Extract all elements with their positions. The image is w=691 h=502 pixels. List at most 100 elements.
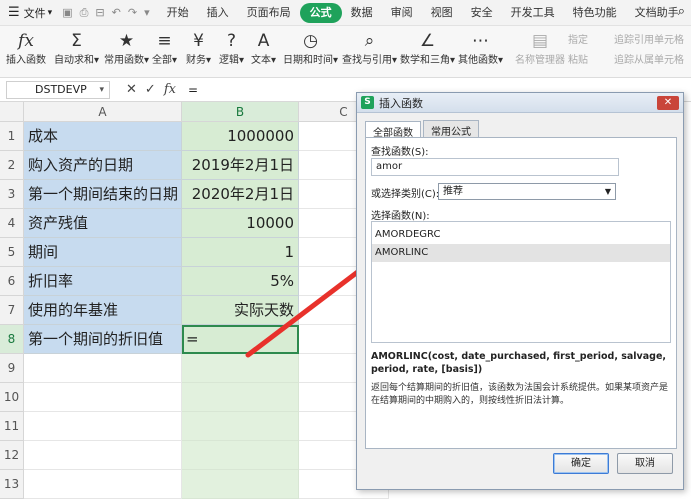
formula-input[interactable]: = bbox=[188, 83, 198, 97]
row-header[interactable]: 6 bbox=[0, 267, 24, 296]
save-icon[interactable]: ▣ bbox=[62, 6, 72, 20]
common-functions-button[interactable]: ★ 常用函数▾ bbox=[104, 28, 149, 68]
row-header[interactable]: 4 bbox=[0, 209, 24, 238]
cell-a[interactable] bbox=[24, 412, 182, 441]
active-cell-b8[interactable]: = bbox=[182, 325, 299, 354]
date-time-button[interactable]: ◷ 日期和时间▾ bbox=[283, 28, 338, 68]
name-manager-label: 名称管理器 bbox=[515, 55, 565, 66]
tab-home[interactable]: 开始 bbox=[158, 3, 198, 23]
tab-insert[interactable]: 插入 bbox=[198, 3, 238, 23]
cell-a[interactable]: 成本 bbox=[24, 122, 182, 151]
angle-icon: ∠ bbox=[419, 31, 436, 51]
date-time-label: 日期和时间▾ bbox=[283, 55, 339, 66]
category-label: 或选择类别(C): bbox=[371, 189, 440, 200]
define-name-button[interactable]: 指定 bbox=[568, 31, 588, 46]
select-all-corner[interactable] bbox=[0, 102, 24, 122]
cell-a[interactable]: 购入资产的日期 bbox=[24, 151, 182, 180]
cell-b[interactable]: 实际天数 bbox=[182, 296, 299, 325]
cell-a[interactable]: 第一个期间结束的日期 bbox=[24, 180, 182, 209]
preview-icon[interactable]: ⊟ bbox=[95, 6, 104, 20]
cell-a[interactable] bbox=[24, 383, 182, 412]
row-header[interactable]: 11 bbox=[0, 412, 24, 441]
category-select[interactable]: 推荐 ▼ bbox=[438, 183, 616, 200]
autosum-label: 自动求和▾ bbox=[54, 55, 100, 66]
cell-b[interactable] bbox=[182, 383, 299, 412]
tab-developer[interactable]: 开发工具 bbox=[502, 3, 564, 23]
search-icon[interactable]: ⌕ bbox=[678, 4, 685, 19]
cell-a[interactable]: 第一个期间的折旧值 bbox=[24, 325, 182, 354]
name-box-value: DSTDEVP bbox=[35, 83, 87, 96]
all-functions-button[interactable]: ≡ 全部▾ bbox=[152, 28, 177, 68]
trace-precedents-button[interactable]: 追踪引用单元格 bbox=[614, 31, 684, 46]
financial-button[interactable]: ¥ 财务▾ bbox=[186, 28, 211, 68]
undo-icon[interactable]: ↶ bbox=[112, 6, 121, 20]
list-item-selected[interactable]: AMORLINC bbox=[372, 244, 670, 262]
math-trig-button[interactable]: ∠ 数学和三角▾ bbox=[400, 28, 455, 68]
cell-b[interactable]: 1 bbox=[182, 238, 299, 267]
insert-function-button[interactable]: fx 插入函数 bbox=[6, 28, 46, 68]
row-header[interactable]: 10 bbox=[0, 383, 24, 412]
ok-button[interactable]: 确定 bbox=[553, 453, 609, 474]
row-header[interactable]: 9 bbox=[0, 354, 24, 383]
function-description: 返回每个结算期间的折旧值，该函数为法国会计系统提供。如果某项资产是在结算期间的中… bbox=[371, 383, 669, 406]
cell-b[interactable] bbox=[182, 441, 299, 470]
row-header[interactable]: 7 bbox=[0, 296, 24, 325]
cell-b[interactable]: 2019年2月1日 bbox=[182, 151, 299, 180]
trace-dependents-button[interactable]: 追踪从属单元格 bbox=[614, 51, 684, 66]
tab-data[interactable]: 数据 bbox=[342, 3, 382, 23]
column-header-a[interactable]: A bbox=[24, 102, 182, 122]
logical-button[interactable]: ? 逻辑▾ bbox=[219, 28, 244, 68]
chevron-down-icon[interactable]: ▾ bbox=[99, 82, 104, 98]
cell-a[interactable] bbox=[24, 441, 182, 470]
autosum-button[interactable]: Σ 自动求和▾ bbox=[54, 28, 99, 68]
search-function-input[interactable]: amor bbox=[371, 158, 619, 176]
other-functions-button[interactable]: ⋯ 其他函数▾ bbox=[458, 28, 503, 68]
row-header[interactable]: 5 bbox=[0, 238, 24, 267]
function-list[interactable]: AMORDEGRC AMORLINC bbox=[371, 221, 671, 343]
cell-b[interactable] bbox=[182, 354, 299, 383]
cell-b[interactable] bbox=[182, 470, 299, 499]
column-header-b[interactable]: B bbox=[182, 102, 299, 122]
tab-review[interactable]: 审阅 bbox=[382, 3, 422, 23]
row-header[interactable]: 8 bbox=[0, 325, 24, 354]
row-header[interactable]: 12 bbox=[0, 441, 24, 470]
name-manager-button[interactable]: ▤ 名称管理器 bbox=[515, 28, 565, 68]
more-icon: ⋯ bbox=[472, 31, 490, 51]
confirm-icon[interactable]: ✓ bbox=[145, 82, 156, 97]
cell-b[interactable]: 2020年2月1日 bbox=[182, 180, 299, 209]
customize-icon[interactable]: ▾ bbox=[144, 6, 150, 20]
select-function-label: 选择函数(N): bbox=[371, 211, 430, 222]
list-item[interactable]: AMORDEGRC bbox=[372, 226, 670, 244]
row-header[interactable]: 1 bbox=[0, 122, 24, 151]
row-header[interactable]: 2 bbox=[0, 151, 24, 180]
tab-features[interactable]: 特色功能 bbox=[564, 3, 626, 23]
name-box[interactable]: DSTDEVP ▾ bbox=[6, 81, 110, 99]
cell-a[interactable]: 使用的年基准 bbox=[24, 296, 182, 325]
close-icon[interactable]: ✕ bbox=[657, 96, 679, 110]
fx-icon[interactable]: fx bbox=[164, 82, 176, 97]
tab-security[interactable]: 安全 bbox=[462, 3, 502, 23]
text-button[interactable]: A 文本▾ bbox=[251, 28, 276, 68]
cell-b[interactable]: 10000 bbox=[182, 209, 299, 238]
redo-icon[interactable]: ↷ bbox=[128, 6, 137, 20]
row-header[interactable]: 13 bbox=[0, 470, 24, 499]
cell-a[interactable]: 期间 bbox=[24, 238, 182, 267]
paste-name-button[interactable]: 粘贴 bbox=[568, 51, 588, 66]
cell-a[interactable] bbox=[24, 354, 182, 383]
tab-formulas[interactable]: 公式 bbox=[299, 2, 342, 23]
print-icon[interactable]: ⎙ bbox=[80, 6, 89, 20]
tab-page-layout[interactable]: 页面布局 bbox=[238, 3, 300, 23]
cancel-icon[interactable]: ✕ bbox=[126, 82, 137, 97]
cell-b[interactable]: 1000000 bbox=[182, 122, 299, 151]
tab-view[interactable]: 视图 bbox=[422, 3, 462, 23]
cell-a[interactable] bbox=[24, 470, 182, 499]
cell-b[interactable] bbox=[182, 412, 299, 441]
cell-a[interactable]: 折旧率 bbox=[24, 267, 182, 296]
row-header[interactable]: 3 bbox=[0, 180, 24, 209]
category-value: 推荐 bbox=[443, 186, 463, 197]
cancel-button[interactable]: 取消 bbox=[617, 453, 673, 474]
cell-b[interactable]: 5% bbox=[182, 267, 299, 296]
lookup-reference-button[interactable]: ⌕ 查找与引用▾ bbox=[342, 28, 397, 68]
cell-a[interactable]: 资产残值 bbox=[24, 209, 182, 238]
file-menu[interactable]: ☰ 文件 ▾ bbox=[0, 5, 58, 21]
